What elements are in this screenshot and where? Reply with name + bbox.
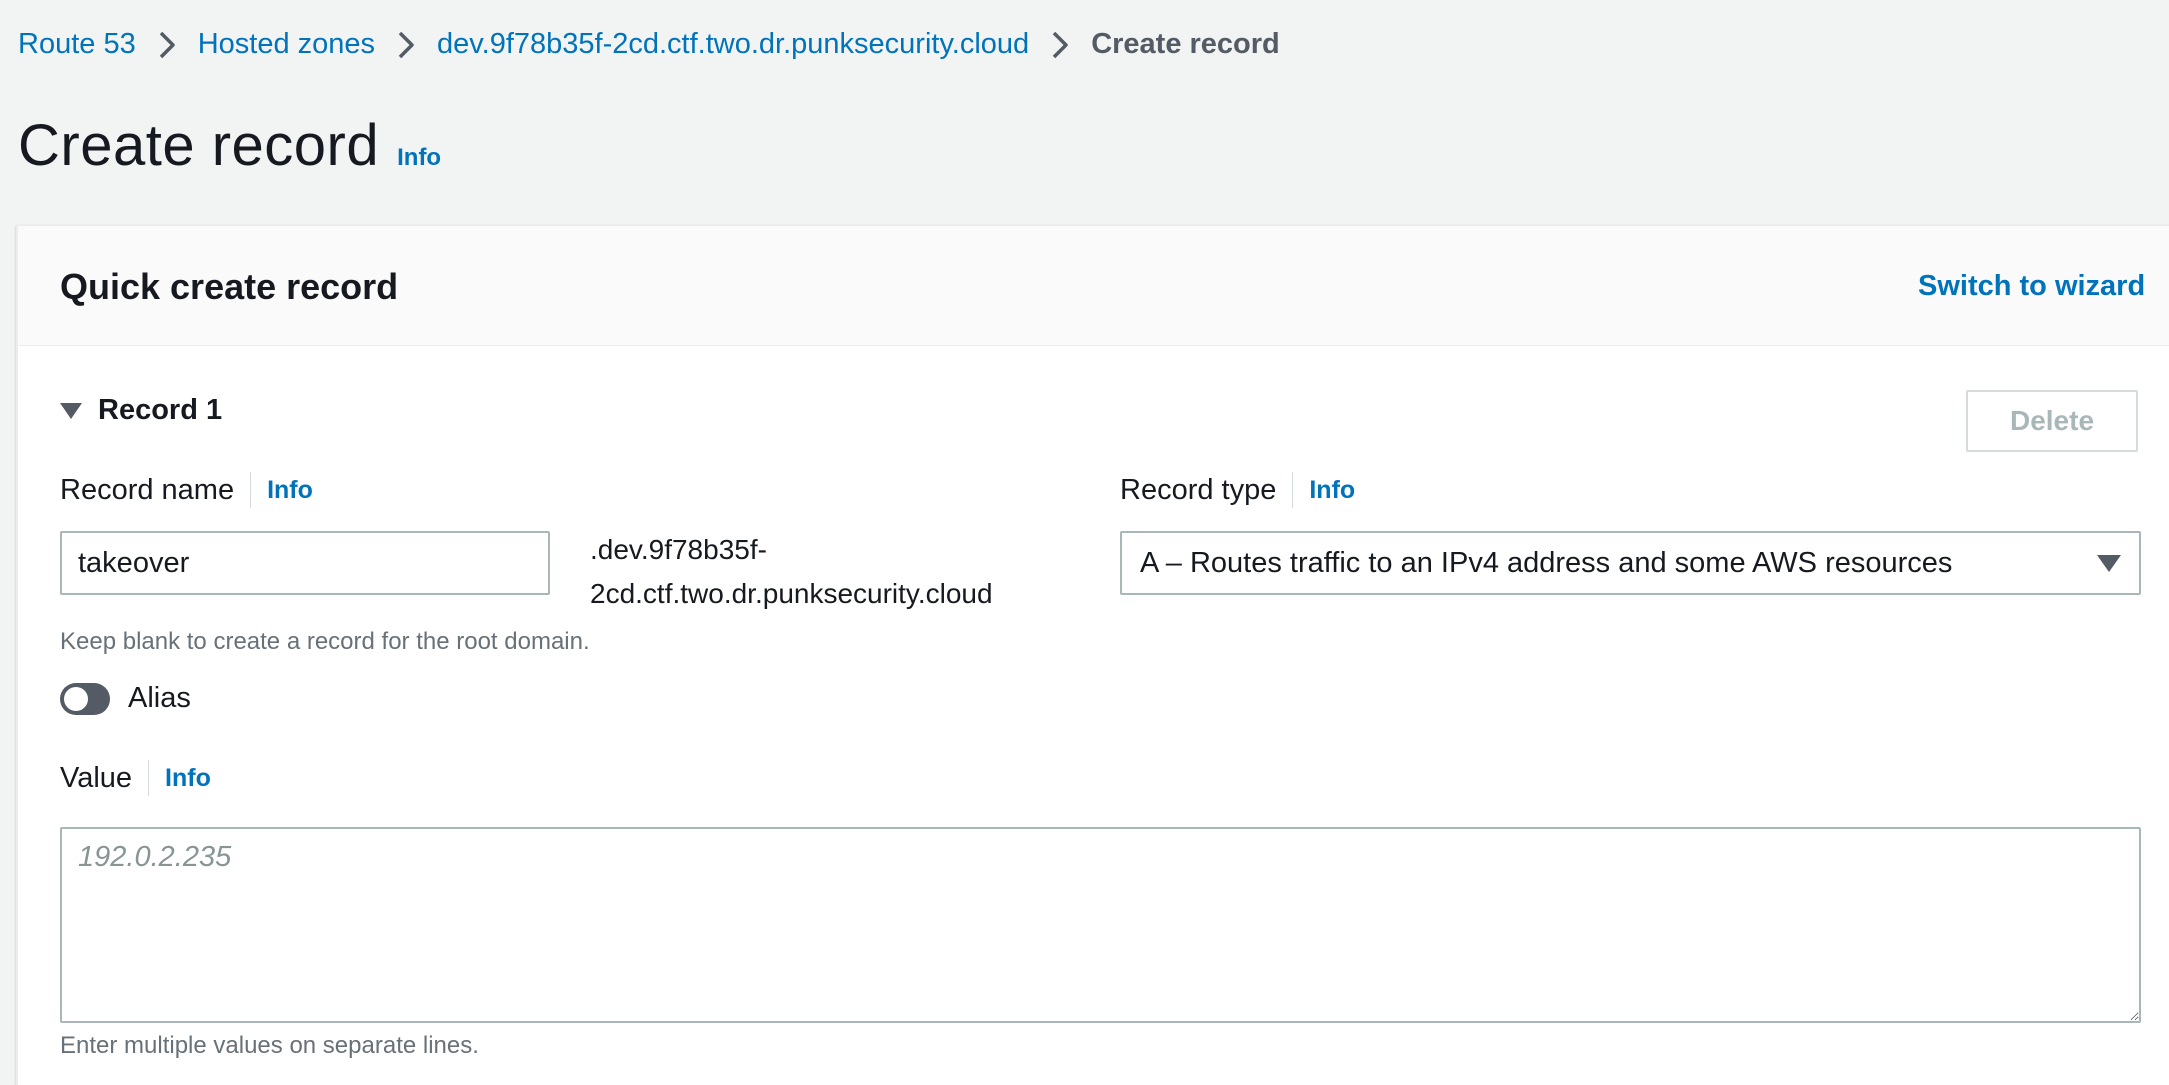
- breadcrumb-hosted-zones[interactable]: Hosted zones: [198, 28, 375, 61]
- value-textarea[interactable]: [60, 827, 2141, 1023]
- chevron-right-icon: [397, 30, 415, 60]
- alias-toggle[interactable]: [60, 682, 110, 715]
- record-name-hint: Keep blank to create a record for the ro…: [60, 628, 590, 655]
- chevron-right-icon: [1051, 30, 1069, 60]
- value-hint: Enter multiple values on separate lines.: [60, 1032, 479, 1059]
- breadcrumb-route53[interactable]: Route 53: [18, 28, 136, 61]
- page-info-link[interactable]: Info: [397, 144, 441, 172]
- value-label-group: Value Info: [60, 760, 211, 796]
- caret-down-icon: [60, 402, 82, 419]
- record-expand-toggle[interactable]: Record 1: [60, 394, 222, 427]
- alias-row: Alias: [60, 682, 191, 715]
- record-name-label: Record name: [60, 473, 235, 506]
- domain-suffix-line1: .dev.9f78b35f-: [590, 534, 767, 565]
- chevron-right-icon: [158, 30, 176, 60]
- delete-button[interactable]: Delete: [1966, 390, 2138, 452]
- record-name-label-group: Record name Info: [60, 472, 313, 508]
- toggle-knob: [64, 686, 88, 711]
- page-title: Create record: [18, 113, 380, 178]
- domain-suffix: .dev.9f78b35f- 2cd.ctf.two.dr.punksecuri…: [590, 528, 1030, 616]
- breadcrumb-hosted-zone[interactable]: dev.9f78b35f-2cd.ctf.two.dr.punksecurity…: [437, 28, 1029, 61]
- panel-header: Quick create record Switch to wizard: [18, 226, 2169, 346]
- record-title: Record 1: [98, 394, 223, 426]
- record-type-info-link[interactable]: Info: [1309, 476, 1355, 505]
- value-info-link[interactable]: Info: [165, 764, 211, 793]
- switch-to-wizard-link[interactable]: Switch to wizard: [1918, 270, 2145, 303]
- label-divider: [1292, 472, 1294, 508]
- record-name-info-link[interactable]: Info: [267, 476, 313, 505]
- dropdown-arrow-icon: [2097, 554, 2121, 572]
- panel-title: Quick create record: [60, 266, 399, 307]
- alias-label: Alias: [128, 682, 191, 714]
- record-type-value: A – Routes traffic to an IPv4 address an…: [1140, 546, 1953, 579]
- value-label: Value: [60, 761, 133, 794]
- record-name-input[interactable]: [60, 531, 550, 595]
- quick-create-panel: Quick create record Switch to wizard Rec…: [16, 225, 2169, 1085]
- record-type-select[interactable]: A – Routes traffic to an IPv4 address an…: [1120, 531, 2141, 595]
- page-header: Create record Info: [18, 112, 441, 179]
- label-divider: [250, 472, 252, 508]
- record-type-label: Record type: [1120, 473, 1277, 506]
- domain-suffix-line2: 2cd.ctf.two.dr.punksecurity.cloud: [590, 578, 993, 609]
- label-divider: [148, 760, 150, 796]
- breadcrumb: Route 53 Hosted zones dev.9f78b35f-2cd.c…: [18, 28, 1280, 61]
- record-type-label-group: Record type Info: [1120, 472, 1355, 508]
- breadcrumb-current: Create record: [1091, 28, 1280, 60]
